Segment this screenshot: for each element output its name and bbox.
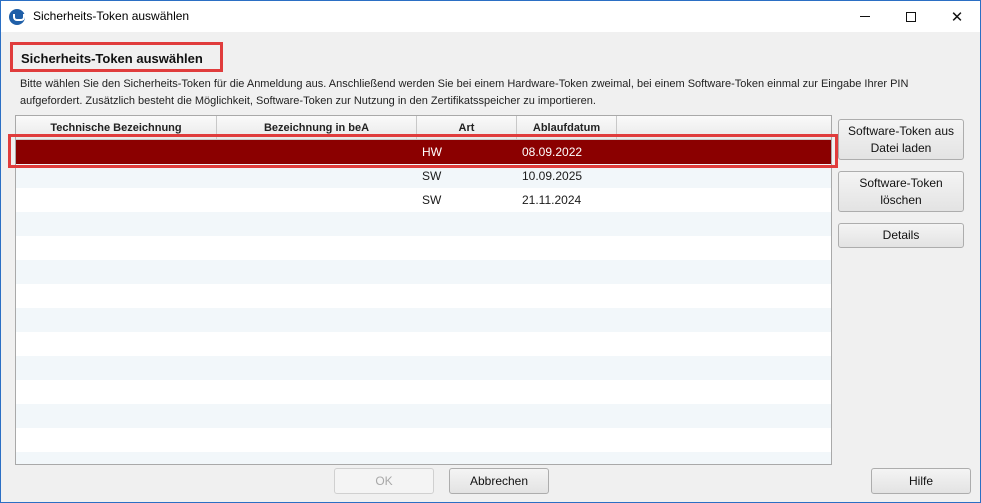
app-logo-icon bbox=[9, 9, 25, 25]
empty-table-row bbox=[16, 428, 831, 452]
details-button[interactable]: Details bbox=[838, 223, 964, 248]
page-title: Sicherheits-Token auswählen bbox=[21, 51, 203, 66]
token-table[interactable]: Technische Bezeichnung Bezeichnung in be… bbox=[15, 115, 832, 465]
cell-expiry: 21.11.2024 bbox=[522, 193, 582, 207]
close-button[interactable]: ✕ bbox=[934, 1, 980, 32]
empty-table-row bbox=[16, 356, 831, 380]
cell-expiry: 10.09.2025 bbox=[522, 169, 583, 183]
cell-type: SW bbox=[422, 193, 442, 207]
cell-technical-name bbox=[16, 164, 217, 188]
title-bar[interactable]: Sicherheits-Token auswählen ✕ bbox=[1, 1, 980, 32]
load-software-token-button[interactable]: Software-Token aus Datei laden bbox=[838, 119, 964, 160]
cancel-button[interactable]: Abbrechen bbox=[449, 468, 549, 494]
empty-table-row bbox=[16, 236, 831, 260]
maximize-button[interactable] bbox=[888, 1, 934, 32]
table-row[interactable]: SW 21.11.2024 bbox=[16, 188, 831, 212]
column-header-bea-name[interactable]: Bezeichnung in beA bbox=[217, 116, 417, 140]
table-header: Technische Bezeichnung Bezeichnung in be… bbox=[16, 116, 831, 140]
help-button[interactable]: Hilfe bbox=[871, 468, 971, 494]
cell-technical-name bbox=[16, 188, 217, 212]
cell-bea-name bbox=[217, 164, 417, 188]
cell-type: HW bbox=[422, 145, 442, 159]
empty-table-row bbox=[16, 452, 831, 464]
table-body: HW 08.09.2022 SW 10.09.2025 SW 21.11.2024 bbox=[16, 140, 831, 464]
delete-software-token-button[interactable]: Software-Token löschen bbox=[838, 171, 964, 212]
table-row[interactable]: HW 08.09.2022 bbox=[16, 140, 831, 164]
empty-table-row bbox=[16, 380, 831, 404]
window-title: Sicherheits-Token auswählen bbox=[33, 9, 190, 23]
empty-table-row bbox=[16, 284, 831, 308]
heading-highlight: Sicherheits-Token auswählen bbox=[10, 42, 223, 72]
cell-type: SW bbox=[422, 169, 442, 183]
close-icon: ✕ bbox=[950, 7, 964, 26]
ok-button[interactable]: OK bbox=[334, 468, 434, 494]
minimize-icon bbox=[860, 16, 870, 17]
empty-table-row bbox=[16, 212, 831, 236]
token-selection-dialog: Sicherheits-Token auswählen ✕ Sicherheit… bbox=[0, 0, 981, 503]
minimize-button[interactable] bbox=[842, 1, 888, 32]
column-header-expiry[interactable]: Ablaufdatum bbox=[517, 116, 617, 140]
instructions-text: Bitte wählen Sie den Sicherheits-Token f… bbox=[20, 78, 909, 107]
column-header-technical-name[interactable]: Technische Bezeichnung bbox=[16, 116, 217, 140]
cell-expiry: 08.09.2022 bbox=[522, 145, 583, 159]
cell-bea-name bbox=[217, 188, 417, 212]
cell-bea-name bbox=[217, 140, 417, 164]
empty-table-row bbox=[16, 308, 831, 332]
maximize-icon bbox=[906, 11, 916, 22]
table-row[interactable]: SW 10.09.2025 bbox=[16, 164, 831, 188]
cell-technical-name bbox=[16, 140, 217, 164]
empty-table-row bbox=[16, 260, 831, 284]
empty-table-row bbox=[16, 404, 831, 428]
empty-table-row bbox=[16, 332, 831, 356]
column-header-type[interactable]: Art bbox=[417, 116, 517, 140]
